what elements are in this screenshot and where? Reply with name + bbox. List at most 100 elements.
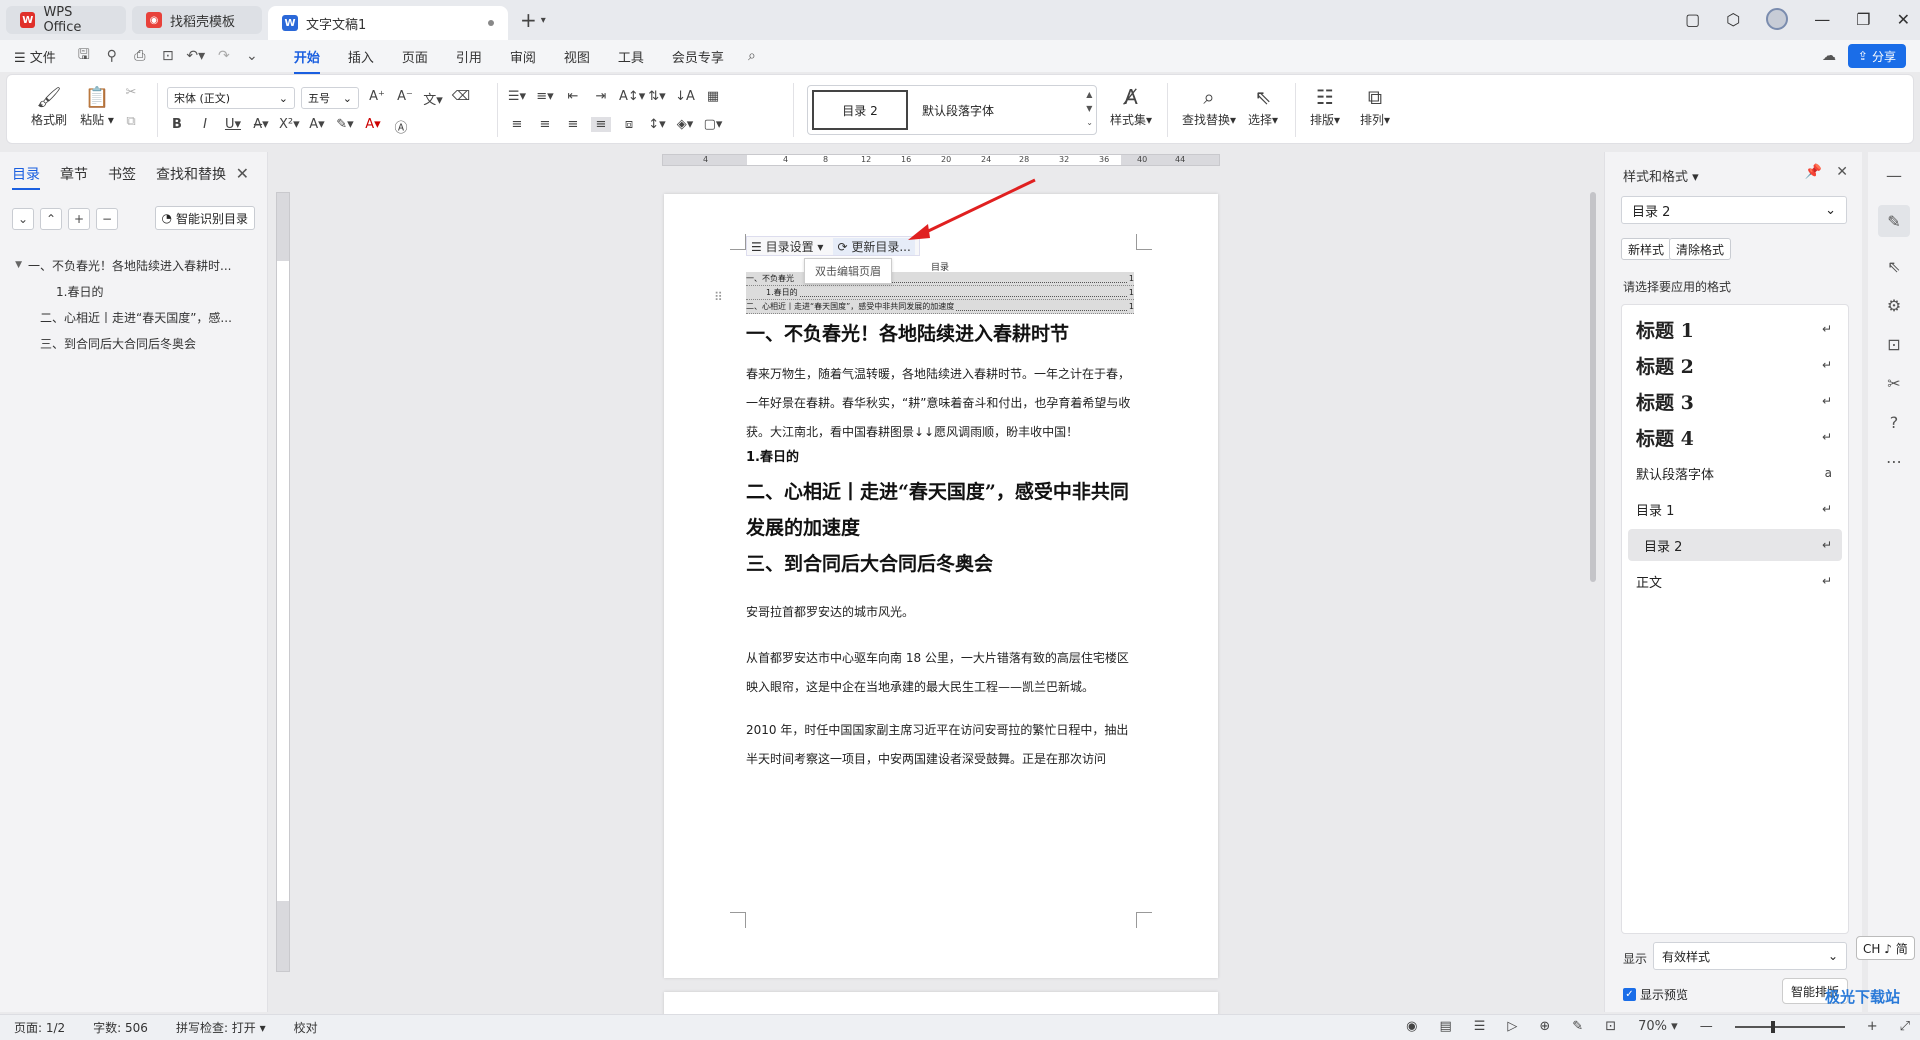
- heading-1[interactable]: 二、心相近丨走进“春天国度”，感受中非共同发展的加速度: [746, 474, 1146, 546]
- unsaved-dot-icon[interactable]: [488, 20, 494, 26]
- paragraph[interactable]: 春来万物生，随着气温转暖，各地陆续进入春耕时节。一年之计在于春，一年好景在春耕。…: [746, 360, 1138, 447]
- tab-bookmarks[interactable]: 书签: [108, 164, 136, 184]
- find-replace-button[interactable]: ⌕ 查找替换▾: [1177, 83, 1241, 128]
- pin-icon[interactable]: 📌: [1805, 164, 1822, 180]
- increase-indent-icon[interactable]: ⇥: [591, 89, 611, 104]
- show-preview-checkbox[interactable]: ✓ 显示预览: [1623, 986, 1688, 1003]
- cloud-icon[interactable]: ☁: [1822, 48, 1836, 64]
- shrink-font-icon[interactable]: A⁻: [395, 89, 415, 108]
- bold-icon[interactable]: B: [167, 117, 187, 136]
- show-filter-select[interactable]: 有效样式 ⌄: [1653, 942, 1847, 970]
- minimize-icon[interactable]: —: [1814, 10, 1830, 29]
- toc-item[interactable]: 三、到合同后大合同后冬奥会: [0, 330, 268, 356]
- format-painter-button[interactable]: 🖌 格式刷: [29, 83, 69, 128]
- clear-format-button[interactable]: 清除格式: [1669, 238, 1732, 260]
- sort-az-icon[interactable]: ↓A: [675, 89, 695, 104]
- menu-item-home[interactable]: 开始: [280, 47, 334, 74]
- page-indicator[interactable]: 页面: 1/2: [14, 1019, 65, 1036]
- restore-icon[interactable]: ❐: [1856, 10, 1870, 29]
- paragraph[interactable]: 从首都罗安达市中心驱车向南 18 公里，一大片错落有致的高层住宅楼区映入眼帘，这…: [746, 644, 1138, 702]
- menu-item-tools[interactable]: 工具: [604, 47, 658, 66]
- style-item-default-font[interactable]: 默认段落字体 a: [1628, 457, 1842, 489]
- document-scrollbar[interactable]: [1588, 152, 1598, 1012]
- text-effect-icon[interactable]: A▾: [307, 117, 327, 136]
- zoom-in-icon[interactable]: +: [1867, 1019, 1878, 1034]
- spell-check-toggle[interactable]: 拼写检查: 打开 ▾: [176, 1019, 266, 1036]
- style-item-body[interactable]: 正文 ↵: [1628, 565, 1842, 597]
- numbered-list-icon[interactable]: ≡▾: [535, 89, 555, 104]
- tab-template[interactable]: ◉ 找稻壳模板: [132, 6, 262, 34]
- fit-page-icon[interactable]: ⊡: [1605, 1019, 1616, 1034]
- current-style-select[interactable]: 目录 2 ⌄: [1621, 196, 1847, 224]
- save-icon[interactable]: 🖫: [70, 44, 98, 68]
- toc-item[interactable]: ▼ 一、不负春光！各地陆续进入春耕时...: [0, 252, 268, 278]
- drag-handle-icon[interactable]: ⠿: [714, 290, 723, 304]
- heading-2[interactable]: 1.春日的: [746, 446, 799, 465]
- font-color-icon[interactable]: A▾: [363, 117, 383, 136]
- doc-tools-icon[interactable]: ⊡: [1887, 335, 1900, 354]
- clear-format-icon[interactable]: ⌫: [451, 89, 471, 108]
- layout-button[interactable]: ☷ 排版▾: [1305, 83, 1345, 128]
- font-name-select[interactable]: 宋体 (正文) ⌄: [167, 87, 295, 109]
- char-shading-icon[interactable]: Ⓐ: [391, 117, 411, 136]
- style-item-heading-1[interactable]: 标题 1 ↵: [1628, 313, 1842, 345]
- file-menu[interactable]: ☰ 文件: [0, 47, 70, 66]
- menu-item-insert[interactable]: 插入: [334, 47, 388, 66]
- cut-icon[interactable]: ✂: [121, 85, 141, 100]
- line-spacing-icon[interactable]: ↕▾: [647, 117, 667, 132]
- menu-item-page[interactable]: 页面: [388, 47, 442, 66]
- zoom-level[interactable]: 70% ▾: [1638, 1019, 1678, 1034]
- style-gallery-item[interactable]: 默认段落字体: [922, 102, 994, 119]
- phonetic-icon[interactable]: 文▾: [423, 89, 443, 108]
- styles-panel-title[interactable]: 样式和格式 ▾: [1623, 166, 1699, 185]
- plus-icon[interactable]: +: [68, 208, 90, 230]
- menu-item-member[interactable]: 会员专享: [658, 47, 738, 66]
- word-count[interactable]: 字数: 506: [93, 1019, 148, 1036]
- page-view-icon[interactable]: ▤: [1439, 1019, 1451, 1034]
- table-grid-icon[interactable]: ▦: [703, 89, 723, 104]
- style-pen-icon[interactable]: ✎: [1878, 205, 1910, 237]
- print-icon[interactable]: ⎙: [126, 48, 154, 64]
- document-page[interactable]: ☰ 目录设置 ▾ ⟳ 更新目录... 目录 一、不负春光 节 1 1.春日的 1…: [664, 194, 1218, 978]
- style-item-toc-1[interactable]: 目录 1 ↵: [1628, 493, 1842, 525]
- tab-document[interactable]: W 文字文稿1: [268, 6, 508, 40]
- toc-row[interactable]: 1.春日的 1: [746, 286, 1134, 300]
- heading-1[interactable]: 三、到合同后大合同后冬奥会: [746, 546, 1146, 582]
- sort-icon[interactable]: ⇅▾: [647, 89, 667, 104]
- style-set-button[interactable]: A̸ 样式集▾: [1105, 83, 1157, 128]
- new-tab-plus-icon[interactable]: +: [520, 8, 537, 32]
- toc-item[interactable]: 二、心相近丨走进“春天国度”，感...: [0, 304, 268, 330]
- cube-icon[interactable]: ⬡: [1726, 10, 1740, 29]
- share-file-icon[interactable]: ⚲: [98, 48, 126, 64]
- paste-button[interactable]: 📋 粘贴 ▾: [77, 83, 117, 128]
- web-view-icon[interactable]: ⊕: [1539, 1019, 1550, 1034]
- close-icon[interactable]: ✕: [1836, 164, 1848, 180]
- italic-icon[interactable]: I: [195, 117, 215, 136]
- close-icon[interactable]: ✕: [236, 164, 249, 183]
- bullet-list-icon[interactable]: ☰▾: [507, 89, 527, 104]
- toc-settings-button[interactable]: ☰ 目录设置 ▾: [751, 238, 823, 255]
- underline-icon[interactable]: U▾: [223, 117, 243, 136]
- shading-icon[interactable]: ◈▾: [675, 117, 695, 132]
- grow-font-icon[interactable]: A⁺: [367, 89, 387, 108]
- style-item-heading-2[interactable]: 标题 2 ↵: [1628, 349, 1842, 381]
- borders-icon[interactable]: ▢▾: [703, 117, 723, 132]
- proofread-button[interactable]: 校对: [294, 1019, 318, 1036]
- scrollbar-thumb[interactable]: [1590, 192, 1596, 582]
- chevron-down-icon[interactable]: ▾: [541, 15, 546, 26]
- style-item-heading-3[interactable]: 标题 3 ↵: [1628, 385, 1842, 417]
- menu-item-view[interactable]: 视图: [550, 47, 604, 66]
- search-icon[interactable]: ⌕: [738, 48, 766, 64]
- tab-toc[interactable]: 目录: [12, 164, 40, 190]
- ime-indicator[interactable]: CH ♪ 简: [1856, 936, 1915, 960]
- more-icon[interactable]: ⋯: [1886, 452, 1902, 471]
- minus-icon[interactable]: −: [96, 208, 118, 230]
- window-mode-icon[interactable]: ▢: [1685, 10, 1700, 29]
- avatar[interactable]: [1766, 8, 1789, 30]
- toc-item[interactable]: 1.春日的: [0, 278, 268, 304]
- select-pointer-icon[interactable]: ⇖: [1887, 257, 1900, 276]
- expand-triangle-icon[interactable]: ▼: [0, 260, 28, 270]
- zoom-out-icon[interactable]: —: [1700, 1019, 1713, 1034]
- chevron-up-icon[interactable]: ⌃: [40, 208, 62, 230]
- chevron-down-icon[interactable]: ⌄: [238, 48, 266, 64]
